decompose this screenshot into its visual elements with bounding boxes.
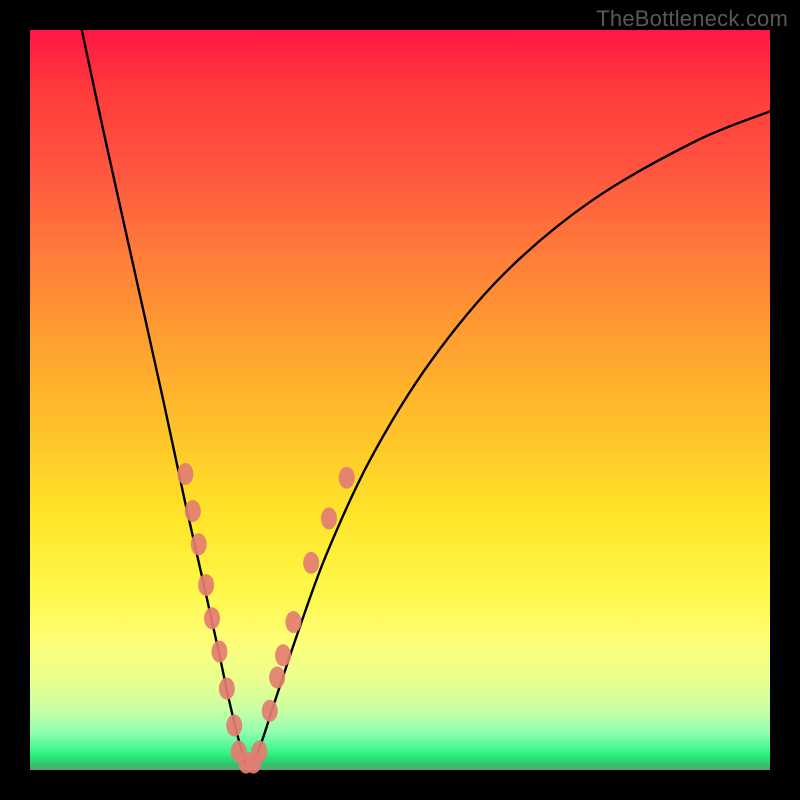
data-marker xyxy=(275,644,291,666)
data-marker xyxy=(269,667,285,689)
data-marker xyxy=(204,607,220,629)
data-marker xyxy=(303,552,319,574)
data-marker xyxy=(198,574,214,596)
watermark-text: TheBottleneck.com xyxy=(596,6,788,32)
data-marker xyxy=(211,641,227,663)
data-marker xyxy=(226,715,242,737)
chart-svg xyxy=(30,30,770,770)
data-marker xyxy=(191,533,207,555)
data-marker xyxy=(262,700,278,722)
data-marker xyxy=(251,741,267,763)
data-marker xyxy=(339,467,355,489)
data-marker xyxy=(285,611,301,633)
bottleneck-curve xyxy=(82,30,770,766)
data-marker xyxy=(219,678,235,700)
data-marker xyxy=(185,500,201,522)
chart-frame: TheBottleneck.com xyxy=(0,0,800,800)
data-marker xyxy=(321,507,337,529)
data-marker xyxy=(177,463,193,485)
plot-area xyxy=(30,30,770,770)
